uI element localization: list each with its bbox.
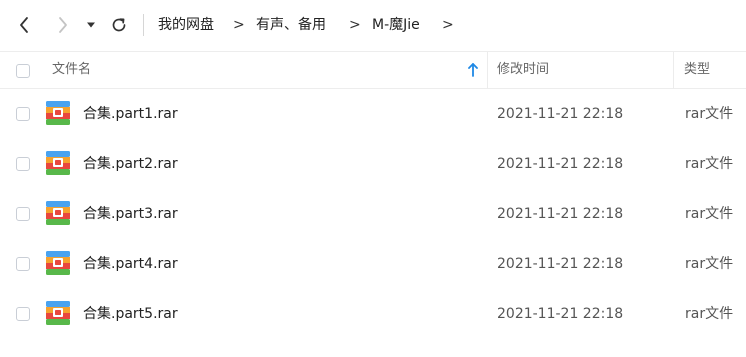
file-row[interactable]: 合集.part4.rar 2021-11-21 22:18 rar文件 <box>0 239 746 289</box>
column-header-type[interactable]: 类型 <box>684 61 710 79</box>
file-row[interactable]: 合集.part2.rar 2021-11-21 22:18 rar文件 <box>0 139 746 189</box>
row-checkbox[interactable] <box>16 207 30 221</box>
file-name[interactable]: 合集.part2.rar <box>83 154 178 174</box>
file-modified-time: 2021-11-21 22:18 <box>497 206 624 222</box>
file-row[interactable]: 合集.part5.rar 2021-11-21 22:18 rar文件 <box>0 289 746 339</box>
breadcrumb-separator: > <box>442 17 454 33</box>
file-browser: 我的网盘 > 有声、备用 > M-魔Jie > 文件名 修改时间 类型 合集.p… <box>0 0 746 357</box>
column-divider[interactable] <box>487 52 488 89</box>
caret-down-icon <box>87 22 95 28</box>
file-modified-time: 2021-11-21 22:18 <box>497 156 624 172</box>
file-name[interactable]: 合集.part1.rar <box>83 104 178 124</box>
file-row[interactable]: 合集.part3.rar 2021-11-21 22:18 rar文件 <box>0 189 746 239</box>
row-checkbox[interactable] <box>16 107 30 121</box>
back-button[interactable] <box>13 13 35 37</box>
refresh-button[interactable] <box>108 13 130 37</box>
row-checkbox[interactable] <box>16 157 30 171</box>
toolbar: 我的网盘 > 有声、备用 > M-魔Jie > <box>0 0 746 51</box>
column-divider[interactable] <box>673 52 674 89</box>
file-modified-time: 2021-11-21 22:18 <box>497 306 624 322</box>
toolbar-divider <box>143 14 144 36</box>
breadcrumb-separator: > <box>233 17 245 33</box>
file-type: rar文件 <box>685 106 734 122</box>
breadcrumb-item-root[interactable]: 我的网盘 <box>158 15 214 35</box>
select-all-checkbox[interactable] <box>16 64 30 78</box>
breadcrumb-separator: > <box>349 17 361 33</box>
file-type: rar文件 <box>685 156 734 172</box>
rar-archive-icon <box>46 201 70 225</box>
row-checkbox[interactable] <box>16 307 30 321</box>
file-name[interactable]: 合集.part3.rar <box>83 204 178 224</box>
file-row[interactable]: 合集.part1.rar 2021-11-21 22:18 rar文件 <box>0 89 746 139</box>
forward-button[interactable] <box>52 13 74 37</box>
chevron-right-icon <box>59 17 67 33</box>
rar-archive-icon <box>46 151 70 175</box>
rar-archive-icon <box>46 251 70 275</box>
column-header-modified[interactable]: 修改时间 <box>497 61 549 79</box>
file-type: rar文件 <box>685 256 734 272</box>
file-modified-time: 2021-11-21 22:18 <box>497 256 624 272</box>
row-checkbox[interactable] <box>16 257 30 271</box>
rar-archive-icon <box>46 101 70 125</box>
file-name[interactable]: 合集.part4.rar <box>83 254 178 274</box>
refresh-icon <box>112 18 126 32</box>
rar-archive-icon <box>46 301 70 325</box>
chevron-left-icon <box>20 17 28 33</box>
file-type: rar文件 <box>685 306 734 322</box>
file-list-header: 文件名 修改时间 类型 <box>0 51 746 89</box>
file-modified-time: 2021-11-21 22:18 <box>497 106 624 122</box>
breadcrumb-item-current[interactable]: M-魔Jie <box>372 15 420 35</box>
breadcrumb-item-folder[interactable]: 有声、备用 <box>256 15 326 35</box>
column-header-name[interactable]: 文件名 <box>52 61 91 79</box>
history-dropdown-button[interactable] <box>82 13 100 37</box>
file-type: rar文件 <box>685 206 734 222</box>
file-name[interactable]: 合集.part5.rar <box>83 304 178 324</box>
arrow-up-icon[interactable] <box>467 63 479 77</box>
